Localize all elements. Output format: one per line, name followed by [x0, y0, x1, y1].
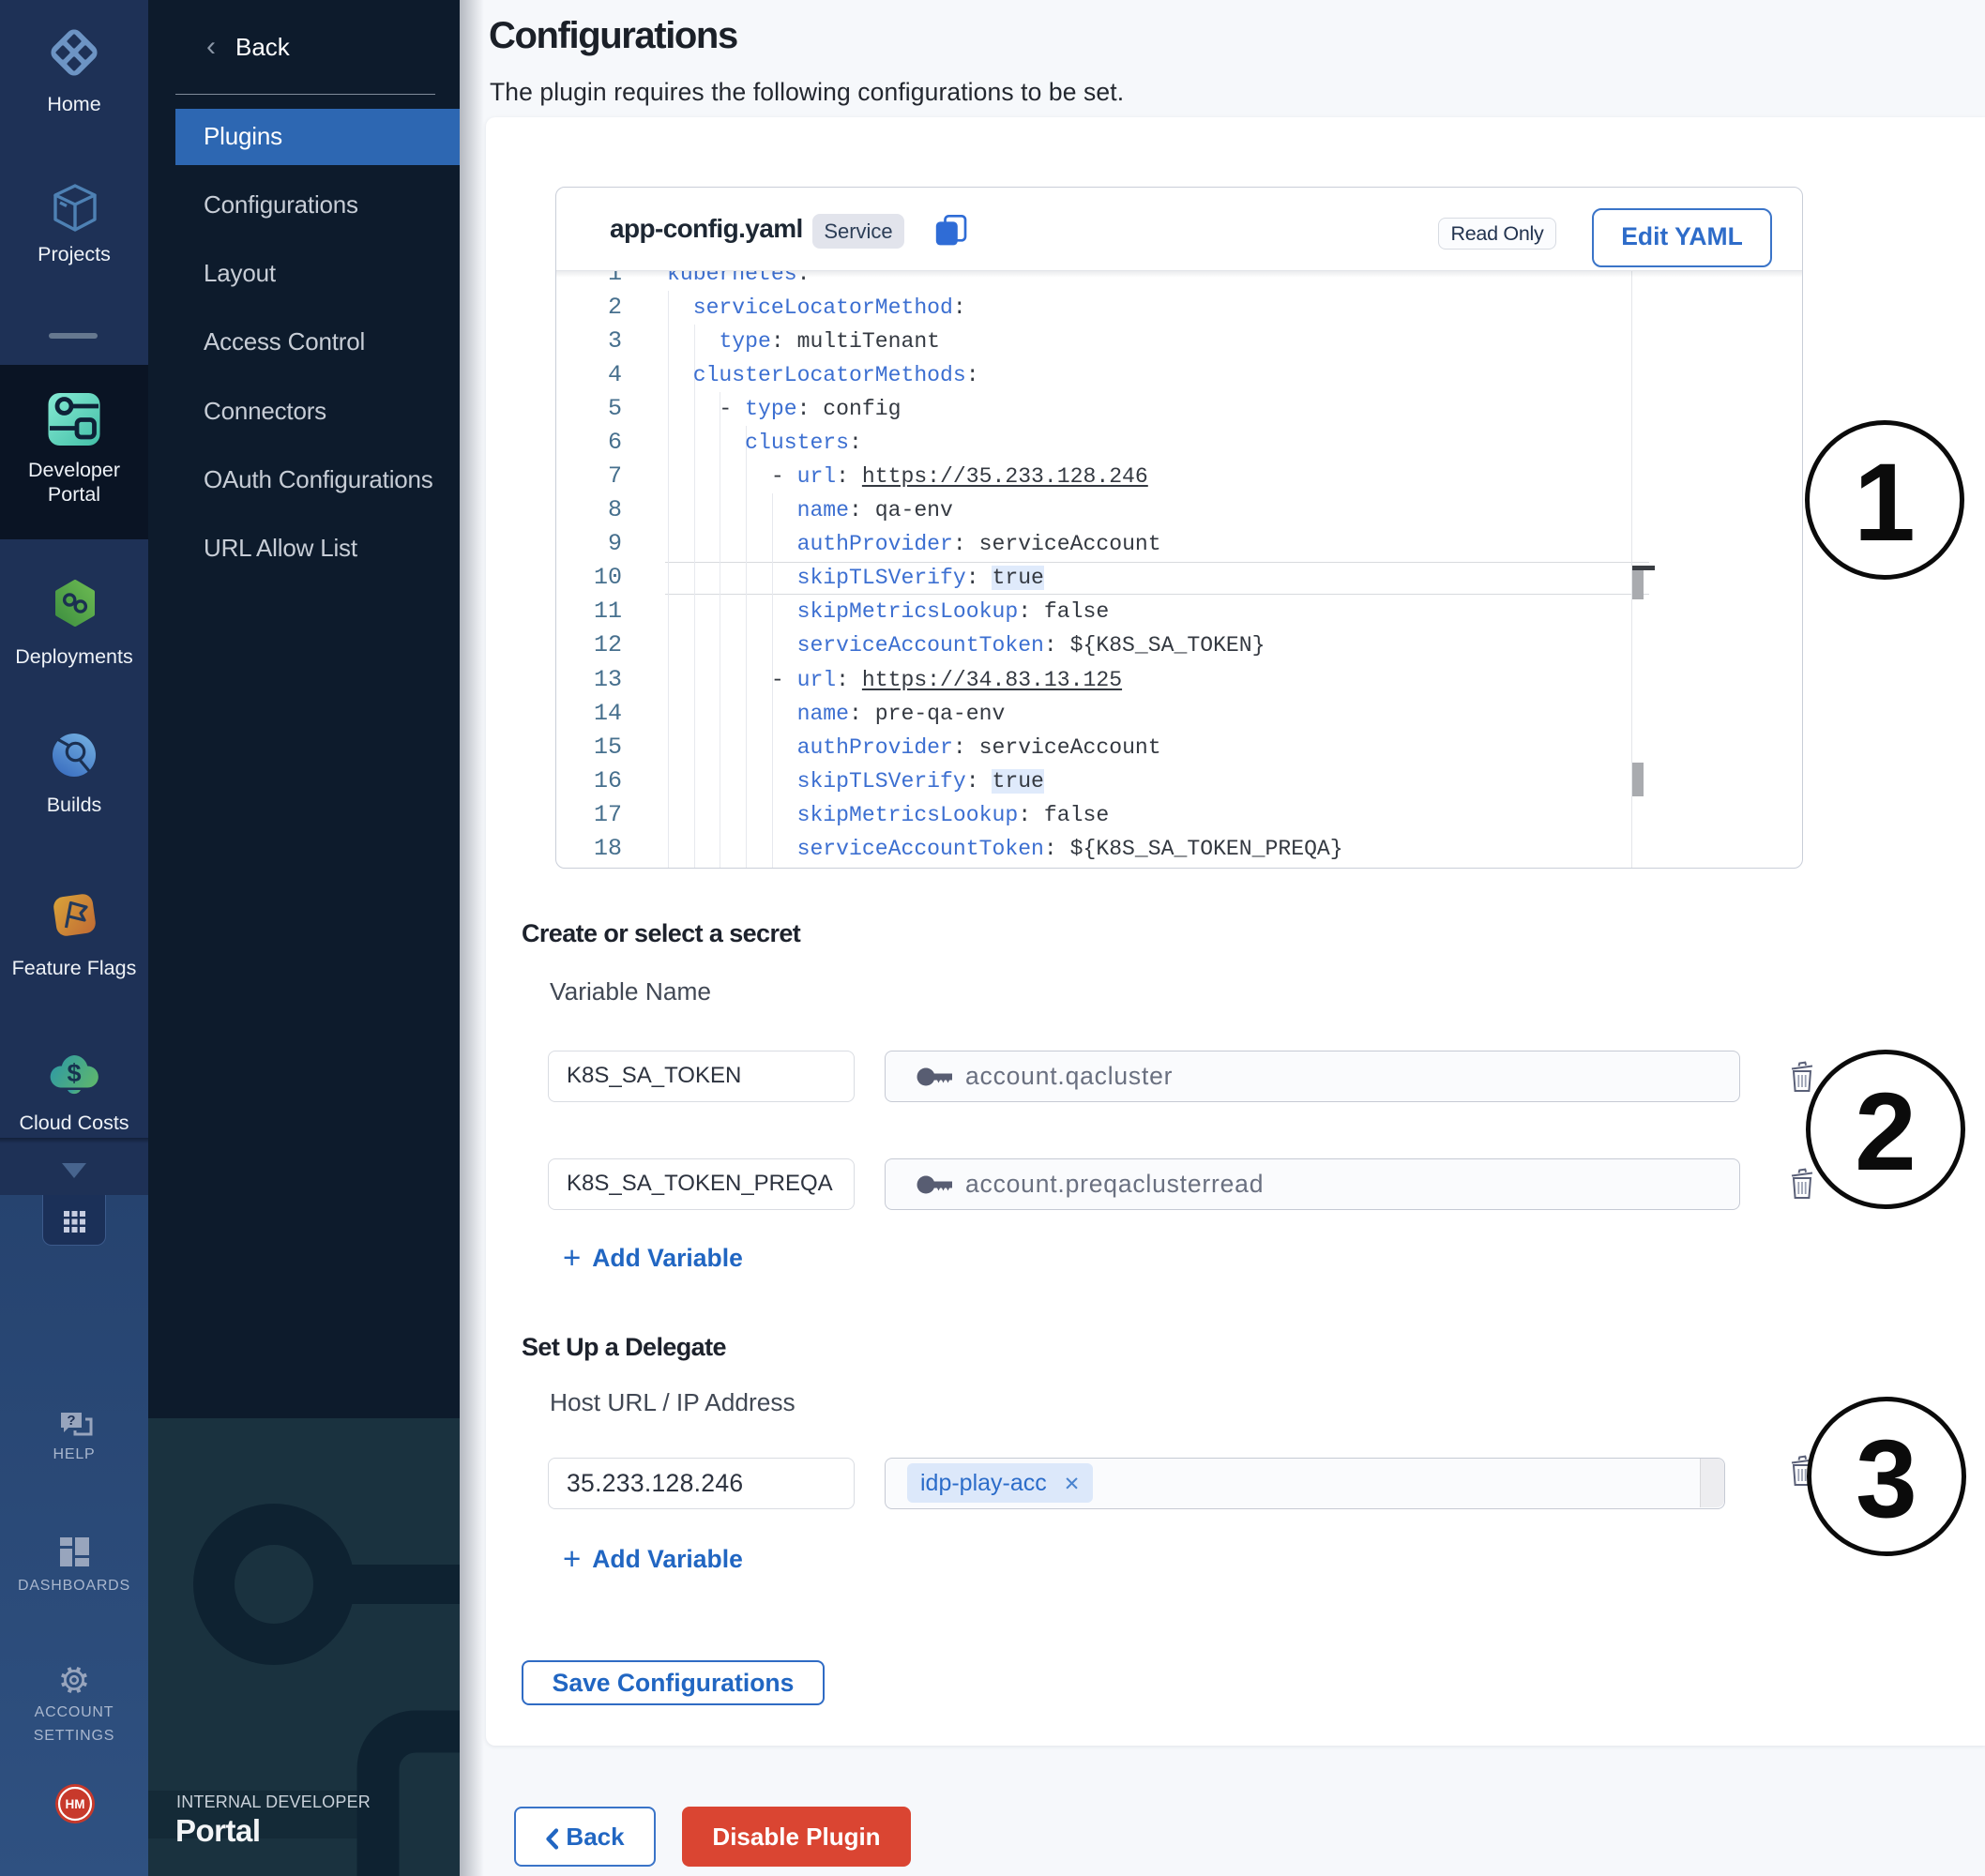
svg-text:HM: HM [66, 1797, 85, 1811]
svg-text:$: $ [67, 1059, 81, 1087]
svg-text:?: ? [67, 1413, 75, 1429]
